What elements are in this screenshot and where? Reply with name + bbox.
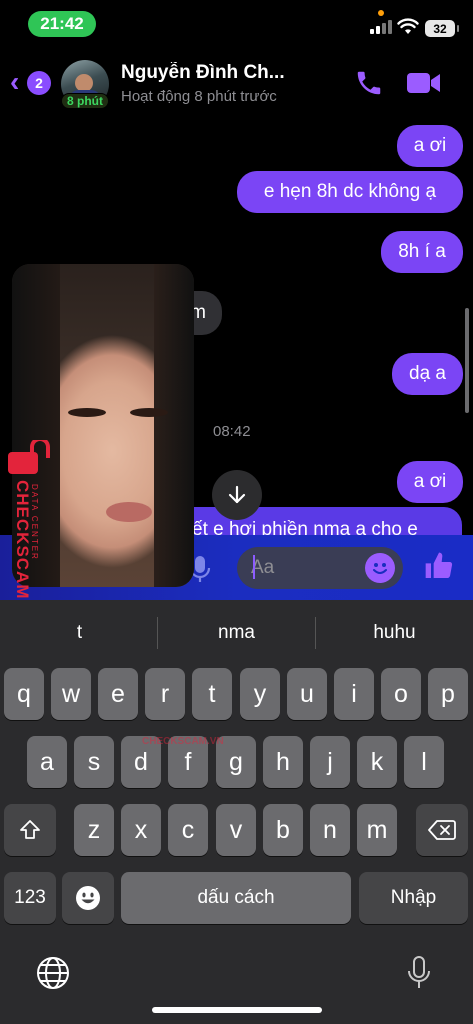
backspace-icon [428, 820, 456, 840]
key-k[interactable]: k [357, 736, 397, 788]
key-a[interactable]: a [27, 736, 67, 788]
home-indicator[interactable] [152, 1007, 322, 1013]
back-chevron-icon[interactable]: ‹ [10, 68, 19, 96]
key-n[interactable]: n [310, 804, 350, 856]
message-bubble[interactable]: a ơi [397, 461, 463, 503]
cellular-signal-icon [370, 20, 392, 34]
key-p[interactable]: p [428, 668, 468, 720]
status-time[interactable]: 21:42 [28, 11, 96, 37]
suggestion-2[interactable]: nma [159, 622, 314, 644]
text-caret [253, 555, 255, 579]
message-bubble[interactable]: e hẹn 8h dc không ạ [237, 171, 463, 213]
key-c[interactable]: c [168, 804, 208, 856]
key-s[interactable]: s [74, 736, 114, 788]
key-t[interactable]: t [192, 668, 232, 720]
numbers-key[interactable]: 123 [4, 872, 56, 924]
scroll-to-bottom-button[interactable] [212, 470, 262, 520]
chevron-down-icon [228, 485, 246, 504]
backspace-key[interactable] [416, 804, 468, 856]
scrollbar[interactable] [465, 308, 469, 413]
message-timestamp: 08:42 [213, 423, 251, 440]
video-frame-part [154, 264, 194, 587]
watermark-center: CHECKSCAM.VN [142, 736, 224, 747]
divider [157, 617, 158, 649]
globe-icon[interactable] [36, 956, 70, 990]
wifi-icon [397, 18, 419, 34]
status-bar: 21:42 32 [0, 0, 473, 50]
key-b[interactable]: b [263, 804, 303, 856]
message-bubble[interactable]: 8h í a [381, 231, 463, 273]
video-call-preview[interactable] [12, 264, 194, 587]
contact-name[interactable]: Nguyễn Đình Ch... [121, 62, 316, 84]
unread-count-badge[interactable]: 2 [27, 71, 51, 95]
video-camera-icon[interactable] [406, 70, 442, 96]
chat-header: ‹ 2 8 phút Nguyễn Đình Ch... Hoạt động 8… [0, 52, 473, 112]
emoji-keyboard-icon [76, 886, 100, 910]
return-key[interactable]: Nhập [359, 872, 468, 924]
message-bubble[interactable]: dạ a [392, 353, 463, 395]
key-i[interactable]: i [334, 668, 374, 720]
battery-indicator: 32 [425, 20, 459, 37]
dictation-microphone-icon[interactable] [407, 955, 431, 991]
divider [315, 617, 316, 649]
key-l[interactable]: l [404, 736, 444, 788]
message-bubble[interactable]: a ơi [397, 125, 463, 167]
watermark-subtitle: DATA CENTER [30, 484, 39, 561]
video-frame-part [106, 502, 152, 522]
privacy-indicator-icon [378, 10, 384, 16]
phone-icon[interactable] [354, 68, 384, 98]
video-frame-part [68, 408, 106, 417]
key-j[interactable]: j [310, 736, 350, 788]
watermark-lock-icon [8, 440, 50, 474]
key-y[interactable]: y [240, 668, 280, 720]
video-frame-part [130, 408, 168, 417]
key-e[interactable]: e [98, 668, 138, 720]
shift-key[interactable] [4, 804, 56, 856]
shift-icon [20, 820, 40, 839]
key-q[interactable]: q [4, 668, 44, 720]
active-time-badge: 8 phút [61, 93, 109, 109]
key-v[interactable]: v [216, 804, 256, 856]
space-key[interactable]: dấu cách [121, 872, 351, 924]
suggestion-1[interactable]: t [2, 622, 157, 644]
thumbs-up-icon[interactable] [423, 550, 455, 582]
key-o[interactable]: o [381, 668, 421, 720]
emoji-icon[interactable] [365, 553, 395, 583]
key-r[interactable]: r [145, 668, 185, 720]
key-u[interactable]: u [287, 668, 327, 720]
emoji-key[interactable] [62, 872, 114, 924]
key-w[interactable]: w [51, 668, 91, 720]
key-m[interactable]: m [357, 804, 397, 856]
key-h[interactable]: h [263, 736, 303, 788]
suggestion-3[interactable]: huhu [317, 622, 472, 644]
key-z[interactable]: z [74, 804, 114, 856]
contact-status: Hoạt động 8 phút trước [121, 88, 277, 105]
key-x[interactable]: x [121, 804, 161, 856]
